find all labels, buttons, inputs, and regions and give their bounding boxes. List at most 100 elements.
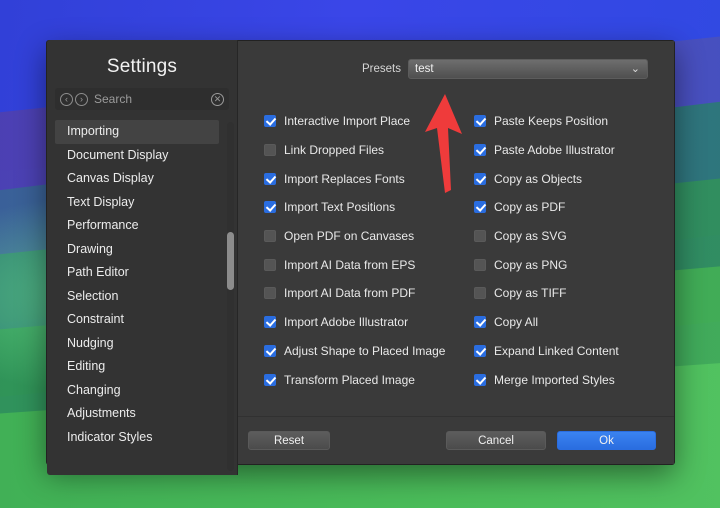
options-column-right: Paste Keeps Position Paste Adobe Illustra… [474, 107, 674, 416]
sidebar-item-canvas-display[interactable]: Canvas Display [55, 167, 219, 191]
options-columns: Interactive Import Place Link Dropped Fil… [238, 79, 674, 416]
checkbox-row[interactable]: Copy as PNG [474, 250, 674, 279]
cancel-button[interactable]: Cancel [446, 431, 546, 450]
checkbox-row[interactable]: Link Dropped Files [264, 136, 469, 165]
sidebar-item-label: Canvas Display [67, 171, 154, 185]
checkbox-unchecked-icon[interactable] [264, 258, 276, 271]
checkbox-label: Copy as Objects [494, 171, 583, 186]
ok-button[interactable]: Ok [557, 431, 656, 450]
checkbox-unchecked-icon[interactable] [264, 230, 276, 243]
checkbox-label: Merge Imported Styles [494, 372, 615, 387]
checkbox-checked-icon[interactable] [474, 316, 486, 329]
checkbox-row[interactable]: Import AI Data from EPS [264, 250, 469, 279]
search-input[interactable]: Search [90, 92, 211, 106]
checkbox-checked-icon[interactable] [474, 115, 486, 128]
sidebar-item-editing[interactable]: Editing [55, 355, 219, 379]
sidebar-item-changing[interactable]: Changing [55, 379, 219, 403]
checkbox-row[interactable]: Interactive Import Place [264, 107, 469, 136]
forward-icon[interactable]: › [75, 92, 88, 106]
desktop-wallpaper: Settings ‹ › Search ✕ Importing Document … [0, 0, 720, 508]
search-field[interactable]: ‹ › Search ✕ [55, 88, 229, 110]
sidebar-item-constraint[interactable]: Constraint [55, 308, 219, 332]
checkbox-label: Copy All [494, 315, 539, 330]
checkbox-row[interactable]: Copy as SVG [474, 222, 674, 251]
sidebar-item-label: Text Display [67, 194, 135, 209]
checkbox-row[interactable]: Copy All [474, 308, 674, 337]
checkbox-checked-icon[interactable] [474, 201, 486, 214]
checkbox-label: Link Dropped Files [284, 143, 385, 158]
sidebar-item-label: Importing [67, 124, 120, 138]
checkbox-label: Import Adobe Illustrator [284, 315, 409, 330]
checkbox-row[interactable]: Adjust Shape to Placed Image [264, 337, 469, 366]
page-title: Settings [106, 56, 178, 77]
sidebar-item-document-display[interactable]: Document Display [55, 144, 219, 168]
checkbox-label: Import AI Data from EPS [284, 257, 416, 272]
checkbox-label: Import Replaces Fonts [284, 171, 405, 186]
sidebar-item-selection[interactable]: Selection [55, 285, 219, 309]
sidebar-item-adjustments[interactable]: Adjustments [55, 402, 219, 426]
checkbox-row[interactable]: Expand Linked Content [474, 337, 674, 366]
checkbox-unchecked-icon[interactable] [264, 144, 276, 157]
dialog-button-bar: Reset Cancel Ok [238, 416, 674, 464]
checkbox-checked-icon[interactable] [264, 373, 276, 386]
checkbox-label: Copy as PDF [494, 200, 566, 215]
checkbox-row[interactable]: Paste Keeps Position [474, 107, 674, 136]
checkbox-checked-icon[interactable] [264, 201, 276, 214]
checkbox-row[interactable]: Import Replaces Fonts [264, 164, 469, 193]
sidebar-item-label: Path Editor [67, 265, 129, 279]
presets-row: Presets test ⌄ [238, 41, 674, 79]
settings-sidebar: Settings ‹ › Search ✕ Importing Document … [47, 40, 238, 475]
checkbox-row[interactable]: Merge Imported Styles [474, 365, 674, 394]
checkbox-checked-icon[interactable] [264, 172, 276, 185]
sidebar-item-label: Performance [67, 218, 139, 232]
sidebar-item-drawing[interactable]: Drawing [55, 238, 219, 262]
options-column-left: Interactive Import Place Link Dropped Fil… [264, 107, 469, 416]
checkbox-checked-icon[interactable] [264, 115, 276, 128]
checkbox-checked-icon[interactable] [474, 373, 486, 386]
checkbox-row[interactable]: Transform Placed Image [264, 365, 469, 394]
checkbox-row[interactable]: Paste Adobe Illustrator [474, 136, 674, 165]
checkbox-label: Copy as TIFF [494, 286, 567, 301]
checkbox-unchecked-icon[interactable] [264, 287, 276, 300]
clear-search-icon[interactable]: ✕ [211, 92, 224, 106]
back-icon[interactable]: ‹ [60, 92, 73, 106]
checkbox-label: Copy as PNG [494, 257, 568, 272]
sidebar-item-label: Drawing [67, 241, 113, 256]
sidebar-item-label: Indicator Styles [67, 429, 153, 444]
sidebar-item-label: Editing [67, 359, 106, 373]
sidebar-item-label: Adjustments [67, 406, 136, 420]
checkbox-row[interactable]: Copy as PDF [474, 193, 674, 222]
sidebar-item-path-editor[interactable]: Path Editor [55, 261, 219, 285]
chevron-down-icon: ⌄ [630, 63, 640, 75]
checkbox-checked-icon[interactable] [474, 344, 486, 357]
checkbox-row[interactable]: Copy as TIFF [474, 279, 674, 308]
sidebar-item-label: Changing [67, 382, 121, 397]
sidebar-item-label: Document Display [67, 147, 169, 162]
sidebar-scrollbar-track[interactable] [227, 122, 234, 471]
checkbox-row[interactable]: Copy as Objects [474, 164, 674, 193]
sidebar-item-nudging[interactable]: Nudging [55, 332, 219, 356]
sidebar-scrollbar-thumb[interactable] [227, 232, 234, 290]
sidebar-item-label: Constraint [67, 312, 124, 326]
checkbox-label: Import Text Positions [284, 200, 396, 215]
checkbox-checked-icon[interactable] [264, 316, 276, 329]
checkbox-label: Interactive Import Place [284, 114, 411, 129]
sidebar-item-text-display[interactable]: Text Display [55, 191, 219, 215]
sidebar-item-performance[interactable]: Performance [55, 214, 219, 238]
sidebar-item-importing[interactable]: Importing [55, 120, 219, 144]
checkbox-row[interactable]: Import AI Data from PDF [264, 279, 469, 308]
checkbox-label: Transform Placed Image [284, 372, 415, 387]
checkbox-row[interactable]: Open PDF on Canvases [264, 222, 469, 251]
checkbox-row[interactable]: Import Text Positions [264, 193, 469, 222]
presets-dropdown[interactable]: test ⌄ [408, 59, 648, 79]
checkbox-checked-icon[interactable] [264, 344, 276, 357]
checkbox-unchecked-icon[interactable] [474, 287, 486, 300]
checkbox-row[interactable]: Import Adobe Illustrator [264, 308, 469, 337]
checkbox-unchecked-icon[interactable] [474, 258, 486, 271]
checkbox-checked-icon[interactable] [474, 144, 486, 157]
sidebar-item-indicator-styles[interactable]: Indicator Styles [55, 426, 219, 450]
reset-button[interactable]: Reset [248, 431, 330, 450]
checkbox-unchecked-icon[interactable] [474, 230, 486, 243]
checkbox-checked-icon[interactable] [474, 172, 486, 185]
settings-category-list: Importing Document Display Canvas Display T… [47, 120, 237, 475]
